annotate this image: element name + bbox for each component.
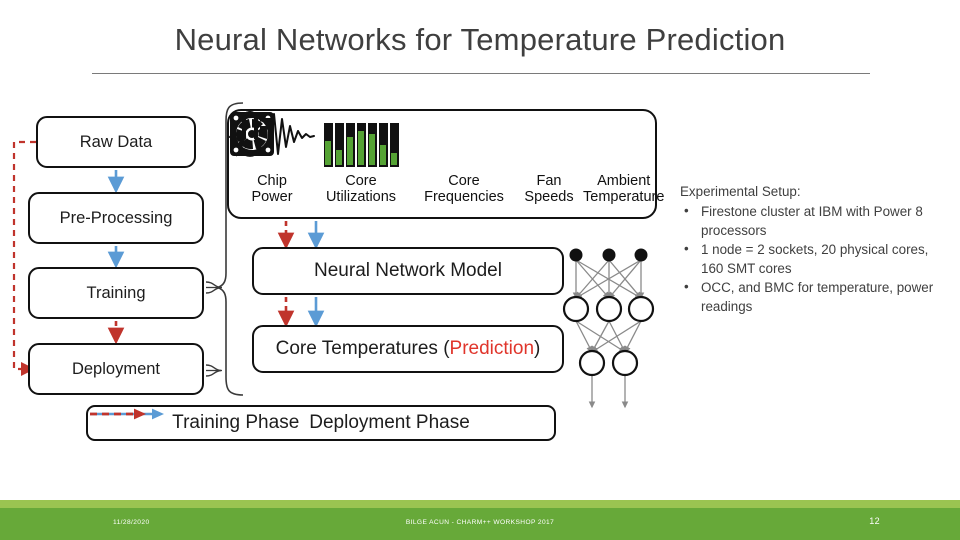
utilization-bar [378, 123, 388, 167]
flow-box-raw-data[interactable]: Raw Data [36, 116, 196, 168]
flow-box-label: Neural Network Model [314, 260, 502, 281]
utilization-bar [367, 123, 377, 167]
bullet-icon: • [684, 279, 689, 295]
prediction-highlight: Prediction [449, 338, 535, 359]
sensor-label-line2: Temperature [583, 189, 665, 206]
experimental-setup-block: Experimental Setup: • Firestone cluster a… [680, 182, 952, 316]
sensor-ambient-temperature: Ambient Temperature [238, 111, 665, 206]
sensor-label-line1: Fan [536, 173, 562, 189]
architecture-diagram: Raw Data Pre-Processing Training Deploym… [0, 95, 670, 455]
phase-legend: Training Phase Deployment Phase [86, 405, 556, 441]
footer-page-number: 12 [869, 516, 880, 526]
flow-box-label: Pre-Processing [59, 208, 173, 227]
setup-bullet-item: • 1 node = 2 sockets, 20 physical cores, … [680, 240, 952, 278]
utilization-bar [356, 123, 366, 167]
sensor-label-line2: Speeds [524, 189, 574, 206]
utilization-bar [389, 123, 399, 167]
bullet-icon: • [684, 203, 689, 219]
flow-box-core-temperatures[interactable]: Core Temperatures (Prediction) [252, 325, 564, 373]
footer-center-text: BILGE ACUN - CHARM++ WORKSHOP 2017 [405, 519, 555, 526]
bar-levels-icon [323, 119, 399, 171]
flow-box-neural-network-model[interactable]: Neural Network Model [252, 247, 564, 295]
utilization-bar [323, 123, 333, 167]
title-divider [92, 73, 870, 74]
sensor-inputs-box: Chip Power Core Utilizations Core Freque… [227, 109, 664, 219]
setup-bullet-text: Firestone cluster at IBM with Power 8 pr… [701, 204, 923, 239]
neural-network-graphic [562, 248, 655, 409]
flow-box-training[interactable]: Training [28, 267, 204, 319]
flow-box-label: Raw Data [79, 132, 153, 151]
bullet-icon: • [684, 241, 689, 257]
core-temp-suffix: ) [534, 338, 541, 359]
flow-box-deployment[interactable]: Deployment [28, 343, 204, 395]
setup-bullet-item: • Firestone cluster at IBM with Power 8 p… [680, 202, 952, 240]
page-title: Neural Networks for Temperature Predicti… [174, 22, 786, 57]
slide-root: Neural Networks for Temperature Predicti… [0, 0, 960, 540]
sensor-label-line1: Ambient [597, 173, 651, 189]
setup-heading: Experimental Setup: [680, 184, 801, 199]
sensor-fan-speeds: Fan Speeds [230, 112, 583, 206]
sensor-core-frequencies: Core Frequencies [229, 113, 515, 206]
flow-box-label: Deployment [71, 359, 161, 378]
core-temp-prefix: Core Temperatures ( [275, 338, 450, 359]
setup-bullet-item: • OCC, and BMC for temperature, power rea… [680, 278, 952, 316]
legend-label-training: Training Phase [172, 412, 300, 433]
setup-bullet-list: • Firestone cluster at IBM with Power 8 p… [680, 202, 952, 316]
setup-bullet-text: 1 node = 2 sockets, 20 physical cores, 1… [701, 242, 929, 277]
sensor-label-line1: Chip [257, 173, 287, 189]
sensor-label-line2: Frequencies [424, 189, 504, 206]
sensor-label-line2: Power [251, 189, 293, 206]
legend-label-deployment: Deployment Phase [309, 412, 470, 433]
sensor-label-line2: Utilizations [325, 189, 397, 206]
utilization-bar [334, 123, 344, 167]
utilization-bars [323, 123, 399, 167]
utilization-bar [345, 123, 355, 167]
setup-bullet-text: OCC, and BMC for temperature, power read… [701, 280, 934, 315]
footer-accent-strip [0, 500, 960, 508]
sensor-label-line1: Core [448, 173, 480, 189]
sensor-label-line1: Core [345, 173, 377, 189]
flow-box-pre-processing[interactable]: Pre-Processing [28, 192, 204, 244]
flow-box-label: Training [86, 283, 146, 302]
deployment-arrow-icon [90, 408, 146, 420]
sensor-core-utilizations: Core Utilizations [309, 119, 413, 205]
